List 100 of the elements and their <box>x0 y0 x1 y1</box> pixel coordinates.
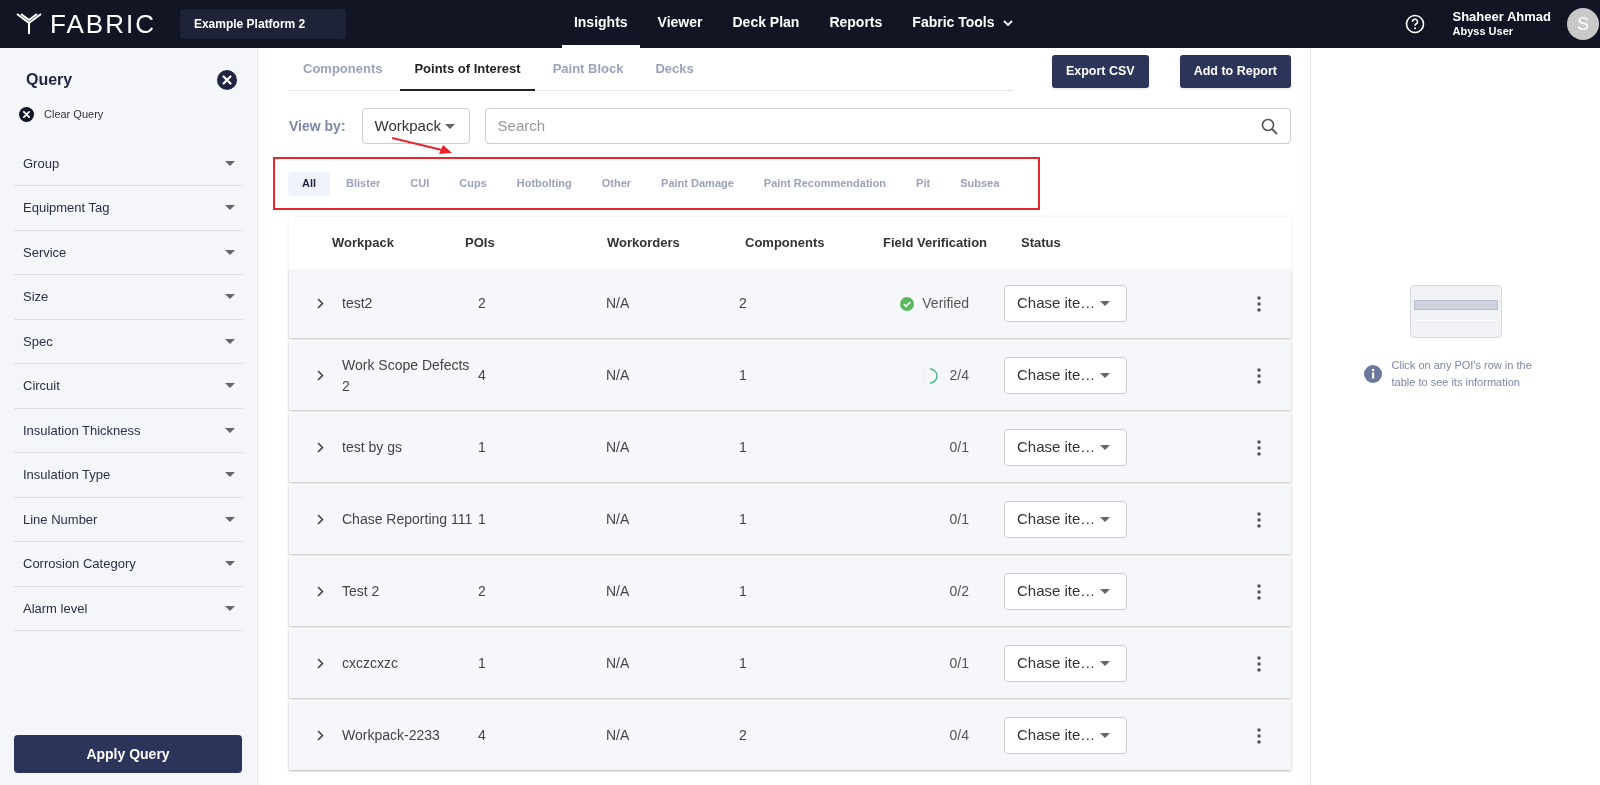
view-tab[interactable]: Points of Interest <box>400 48 535 91</box>
table-row[interactable]: test2 2 N/A 2 Verified Chase ite… <box>289 269 1291 338</box>
filter-dropdown[interactable]: Insulation Type <box>14 453 243 498</box>
logo-icon <box>16 13 42 35</box>
chevron-down-icon <box>1002 19 1013 26</box>
caret-icon <box>1100 733 1110 738</box>
caret-icon <box>1100 373 1110 378</box>
nav-tab[interactable]: Insights <box>561 0 640 48</box>
chevron-right-icon[interactable] <box>317 442 324 453</box>
status-select[interactable]: Chase ite… <box>1004 429 1127 466</box>
column-header: Field Verification <box>883 234 989 253</box>
filter-dropdown[interactable]: Corrosion Category <box>14 542 243 587</box>
check-circle-icon <box>900 296 915 311</box>
status-select[interactable]: Chase ite… <box>1004 501 1127 538</box>
chevron-right-icon[interactable] <box>317 586 324 597</box>
filter-dropdown[interactable]: Group <box>14 141 243 186</box>
user-name: Shaheer Ahmad <box>1452 9 1551 26</box>
caret-icon <box>225 383 235 389</box>
clear-icon[interactable] <box>19 106 34 122</box>
nav-tab[interactable]: Reports <box>817 0 895 48</box>
column-header: Status <box>1021 234 1061 253</box>
table-cell: 1 <box>478 439 486 455</box>
filter-dropdown[interactable]: Spec <box>14 319 243 364</box>
caret-icon <box>225 472 235 478</box>
verification-text: 0/2 <box>949 582 969 601</box>
filter-dropdown[interactable]: Size <box>14 275 243 320</box>
more-options-icon[interactable] <box>1257 583 1261 600</box>
view-by-select[interactable]: Workpack <box>361 108 470 144</box>
caret-icon <box>1100 589 1110 594</box>
action-button[interactable]: Add to Report <box>1179 55 1291 88</box>
verification-text: 0/1 <box>949 438 969 457</box>
category-chip[interactable]: All <box>288 171 331 196</box>
caret-icon <box>225 249 235 255</box>
filter-dropdown[interactable]: Insulation Thickness <box>14 408 243 453</box>
chevron-right-icon[interactable] <box>317 730 324 741</box>
caret-icon <box>225 516 235 522</box>
filter-dropdown[interactable]: Circuit <box>14 364 243 409</box>
table-cell: 2 <box>478 583 486 599</box>
caret-icon <box>225 205 235 211</box>
column-header: Workpack <box>332 234 395 253</box>
apply-query-button[interactable]: Apply Query <box>14 735 242 773</box>
chevron-right-icon[interactable] <box>317 298 324 309</box>
table-cell: cxczcxzc <box>342 655 398 671</box>
search-input[interactable]: Search <box>497 114 1261 138</box>
caret-icon <box>225 338 235 344</box>
view-by-label: View by: <box>289 116 346 136</box>
chevron-right-icon[interactable] <box>317 370 324 381</box>
table-row[interactable]: Workpack-2233 4 N/A 2 0/4 Chase ite… <box>289 701 1291 770</box>
caret-icon <box>225 294 235 300</box>
help-icon[interactable] <box>1404 14 1425 34</box>
table-row[interactable]: Test 2 2 N/A 1 0/2 Chase ite… <box>289 557 1291 626</box>
table-cell: 1 <box>478 655 486 671</box>
more-options-icon[interactable] <box>1257 727 1261 744</box>
close-icon[interactable] <box>217 70 237 90</box>
filter-dropdown[interactable]: Alarm level <box>14 586 243 631</box>
table-row[interactable]: test by gs 1 N/A 1 0/1 Chase ite… <box>289 413 1291 482</box>
verification-text: 0/1 <box>949 510 969 529</box>
status-select[interactable]: Chase ite… <box>1004 645 1127 682</box>
filter-dropdown[interactable]: Equipment Tag <box>14 186 243 231</box>
clear-query-link[interactable]: Clear Query <box>44 106 104 123</box>
caret-icon <box>225 561 235 567</box>
more-options-icon[interactable] <box>1257 511 1261 528</box>
table-row[interactable]: Chase Reporting 111 1 N/A 1 0/1 Chase ite… <box>289 485 1291 554</box>
search-icon[interactable] <box>1261 117 1278 135</box>
nav-tab[interactable]: Viewer <box>645 0 715 48</box>
column-header: POIs <box>465 234 496 253</box>
table-cell: Test 2 <box>342 583 380 599</box>
more-options-icon[interactable] <box>1257 295 1261 312</box>
table-cell: 2 <box>739 727 747 743</box>
caret-icon <box>225 605 235 611</box>
filter-dropdown[interactable]: Line Number <box>14 497 243 542</box>
table-row[interactable]: cxczcxzc 1 N/A 1 0/1 Chase ite… <box>289 629 1291 698</box>
info-message: Click on any POI's row in the table to see its information <box>1391 358 1533 390</box>
more-options-icon[interactable] <box>1257 439 1261 456</box>
status-select[interactable]: Chase ite… <box>1004 573 1127 610</box>
table-cell: test by gs <box>342 439 402 455</box>
chevron-right-icon[interactable] <box>317 514 324 525</box>
action-button[interactable]: Export CSV <box>1051 55 1149 88</box>
table-cell: 4 <box>478 727 486 743</box>
filter-dropdown[interactable]: Service <box>14 230 243 275</box>
column-header: Workorders <box>607 234 681 253</box>
nav-tab[interactable]: Deck Plan <box>720 0 812 48</box>
more-options-icon[interactable] <box>1257 655 1261 672</box>
table-cell: 1 <box>739 511 747 527</box>
logo-text: FABRIC <box>50 11 156 37</box>
table-cell: N/A <box>606 367 630 383</box>
caret-icon <box>1100 517 1110 522</box>
table-cell: test2 <box>342 295 373 311</box>
table-cell: 1 <box>478 511 486 527</box>
status-select[interactable]: Chase ite… <box>1004 717 1127 754</box>
nav-tab[interactable]: Fabric Tools <box>900 0 1025 48</box>
status-select[interactable]: Chase ite… <box>1004 285 1127 322</box>
table-cell: 1 <box>739 655 747 671</box>
table-cell: N/A <box>606 295 630 311</box>
chevron-right-icon[interactable] <box>317 658 324 669</box>
status-select[interactable]: Chase ite… <box>1004 357 1127 394</box>
platform-selector[interactable]: Example Platform 2 <box>179 9 346 39</box>
search-field[interactable]: Search <box>484 108 1291 144</box>
table-cell: N/A <box>606 439 630 455</box>
more-options-icon[interactable] <box>1257 367 1261 384</box>
